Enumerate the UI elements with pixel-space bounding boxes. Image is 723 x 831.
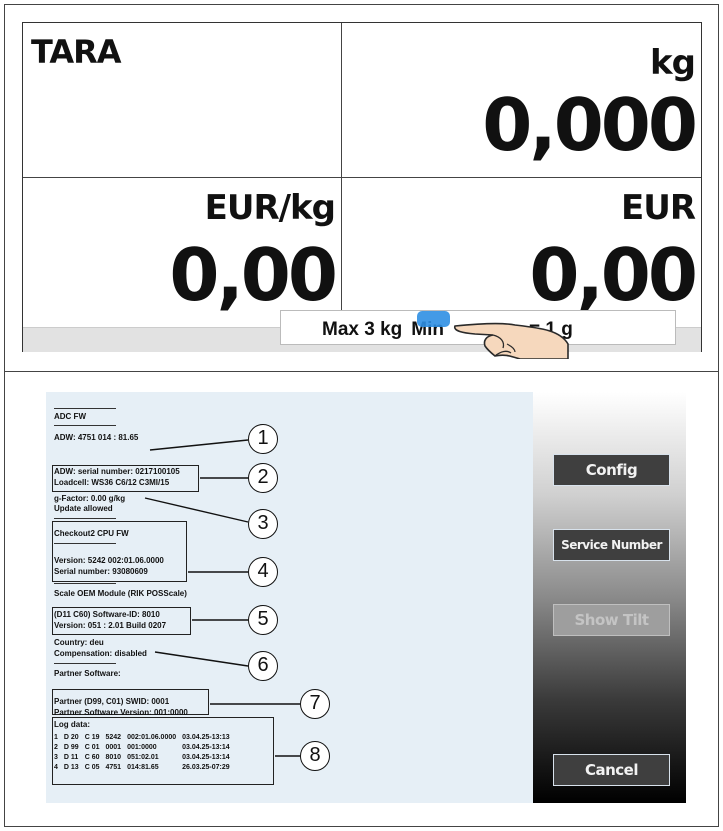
g-factor: g-Factor: 0.00 g/kg <box>54 494 126 503</box>
show-tilt-button[interactable]: Show Tilt <box>553 604 670 636</box>
separator <box>54 425 116 426</box>
log-cell: 002:01.06.0000 <box>127 734 177 741</box>
log-cell: D 20 <box>63 734 79 741</box>
cancel-button[interactable]: Cancel <box>553 754 670 786</box>
log-row: 4 D 13 C 05 4751 014:81.65 26.03.25-07:2… <box>54 763 236 773</box>
partner-swid: Partner (D99, C01) SWID: 0001 <box>54 697 170 706</box>
separator <box>54 583 116 584</box>
button-panel: Config Service Number Show Tilt Cancel <box>533 392 686 803</box>
software-id: (D11 C60) Software-ID: 8010 <box>54 610 160 619</box>
log-cell: 014:81.65 <box>127 764 159 771</box>
log-cell: 1 <box>54 734 58 741</box>
scale-display: TARA kg 0,000 EUR/kg 0,00 EUR 0,00 <box>22 22 702 352</box>
log-cell: 051:02.01 <box>127 754 159 761</box>
status-max: Max 3 kg <box>322 319 403 340</box>
service-number-button[interactable]: Service Number <box>553 529 670 561</box>
log-cell: D 13 <box>63 764 79 771</box>
log-cell: D 99 <box>63 744 79 751</box>
log-cell: 3 <box>54 754 58 761</box>
separator <box>54 408 116 409</box>
weight-unit: kg <box>650 43 696 83</box>
callout-4: 4 <box>248 557 278 587</box>
log-row: 1 D 20 C 19 5242 002:01.06.0000 03.04.25… <box>54 733 236 743</box>
unit-price-unit: EUR/kg <box>204 188 336 228</box>
compensation: Compensation: disabled <box>54 649 147 658</box>
divider-vertical <box>341 23 342 327</box>
partner-version: Partner Software Version: 001:0000 <box>54 708 188 715</box>
log-cell: 8010 <box>105 754 122 761</box>
adc-fw-title: ADC FW <box>54 412 86 421</box>
log-cell: C 05 <box>84 764 100 771</box>
log-cell: C 60 <box>84 754 100 761</box>
callout-3: 3 <box>248 509 278 539</box>
separator <box>54 663 116 664</box>
serial-line: Serial number: 93080609 <box>54 567 148 576</box>
loadcell: Loadcell: WS36 C6/12 C3MI/15 <box>54 478 170 487</box>
log-title: Log data: <box>54 720 90 729</box>
log-cell: 03.04.25-13:14 <box>182 754 230 761</box>
version-line: Version: 5242 002:01.06.0000 <box>54 556 164 565</box>
info-panel: ADC FW ADW: 4751 014 : 81.65 ADW: serial… <box>46 392 533 803</box>
update-allowed: Update allowed <box>54 504 113 513</box>
log-cell: 2 <box>54 744 58 751</box>
log-cell: 001:0000 <box>127 744 157 751</box>
log-cell: 4 <box>54 764 58 771</box>
callout-5: 5 <box>248 605 278 635</box>
unit-price-value: 0,00 <box>169 233 338 317</box>
pointing-hand-icon <box>453 322 569 359</box>
separator <box>54 543 116 544</box>
adw-line: ADW: 4751 014 : 81.65 <box>54 433 139 442</box>
log-row: 2 D 99 C 01 0001 001:0000 03.04.25-13:14 <box>54 743 236 753</box>
callout-6: 6 <box>248 651 278 681</box>
callout-2: 2 <box>248 463 278 493</box>
weight-value: 0,000 <box>482 83 698 167</box>
adw-serial: ADW: serial number: 0217100105 <box>54 467 180 476</box>
oem-module: Scale OEM Module (RIK POSScale) <box>54 589 187 598</box>
separator <box>54 518 116 519</box>
callout-1: 1 <box>248 424 278 454</box>
callout-8: 8 <box>300 741 330 771</box>
log-row: 3 D 11 C 60 8010 051:02.01 03.04.25-13:1… <box>54 753 236 763</box>
config-button[interactable]: Config <box>553 454 670 486</box>
tara-label: TARA <box>31 33 122 71</box>
log-cell: 5242 <box>105 734 122 741</box>
log-cell: D 11 <box>63 754 79 761</box>
partner-software: Partner Software: <box>54 669 121 678</box>
log-cell: 03.04.25-13:14 <box>182 744 230 751</box>
log-cell: 4751 <box>105 764 122 771</box>
log-cell: C 19 <box>84 734 100 741</box>
log-table: 1 D 20 C 19 5242 002:01.06.0000 03.04.25… <box>54 733 236 773</box>
log-cell: C 01 <box>84 744 100 751</box>
callout-7: 7 <box>300 689 330 719</box>
country: Country: deu <box>54 638 104 647</box>
total-unit: EUR <box>620 188 696 228</box>
log-cell: 26.03.25-07:29 <box>182 764 230 771</box>
divider-horizontal <box>23 177 701 178</box>
checkout-title: Checkout2 CPU FW <box>54 529 129 538</box>
log-cell: 03.04.25-13:13 <box>182 734 230 741</box>
version-build: Version: 051 : 2.01 Build 0207 <box>54 621 167 630</box>
log-cell: 0001 <box>105 744 122 751</box>
